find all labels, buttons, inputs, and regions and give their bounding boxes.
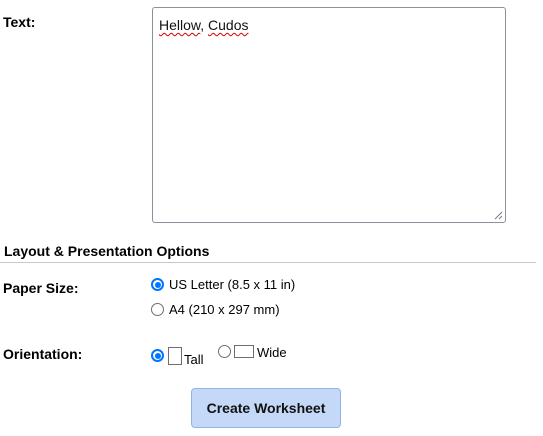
paper-size-option-us-letter[interactable]: US Letter (8.5 x 11 in) [151,277,295,292]
option-label[interactable]: Wide [257,345,287,360]
section-title-layout: Layout & Presentation Options [4,243,210,259]
option-label[interactable]: Tall [184,352,204,367]
section-divider [0,262,536,263]
radio-tall[interactable] [151,349,164,362]
orientation-option-wide[interactable]: Wide [218,343,287,360]
text-field-label: Text: [3,14,36,30]
radio-a4[interactable] [151,303,164,316]
misspelled-word: Cudos [208,17,249,33]
option-label[interactable]: US Letter (8.5 x 11 in) [169,277,295,292]
paper-size-option-a4[interactable]: A4 (210 x 297 mm) [151,302,280,317]
create-worksheet-button[interactable]: Create Worksheet [191,388,341,428]
paper-size-label: Paper Size: [3,280,79,296]
option-label[interactable]: A4 (210 x 297 mm) [169,302,280,317]
radio-us-letter[interactable] [151,278,164,291]
text-separator: , [200,17,209,33]
misspelled-word: Hellow [159,17,201,33]
radio-wide[interactable] [218,345,231,358]
text-input[interactable]: Hellow, Cudos [152,7,506,223]
orientation-label: Orientation: [3,346,83,362]
resize-grip-icon[interactable] [493,210,503,220]
orientation-option-tall[interactable]: Tall [151,344,204,367]
portrait-page-icon[interactable] [168,346,182,365]
landscape-page-icon[interactable] [234,345,254,358]
